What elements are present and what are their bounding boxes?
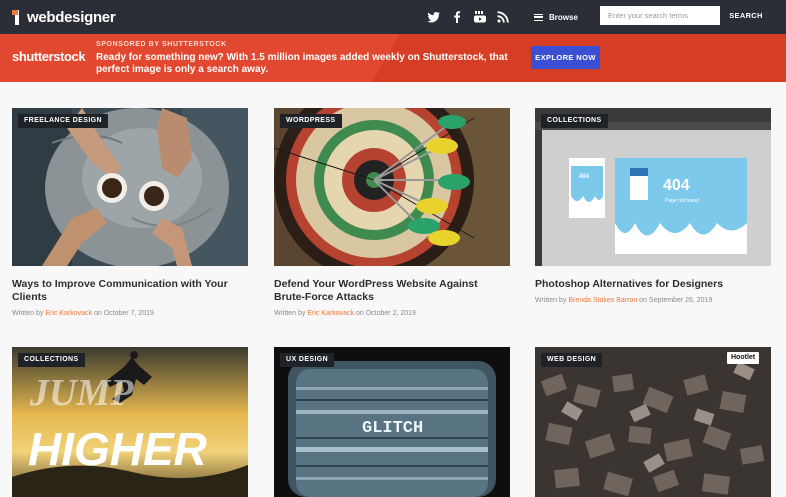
author-link[interactable]: Eric Karkovack: [45, 310, 92, 317]
article-thumbnail[interactable]: WORDPRESS: [274, 108, 510, 266]
rss-icon[interactable]: [495, 9, 511, 25]
article-date: October 2, 2019: [365, 310, 416, 317]
article-thumbnail[interactable]: 404 Page not found 404 COLLECTIONS: [535, 108, 771, 266]
search-input[interactable]: [600, 6, 720, 25]
category-badge[interactable]: COLLECTIONS: [18, 353, 85, 367]
jump-text: JUMP: [29, 372, 134, 414]
twitter-icon[interactable]: [426, 9, 442, 25]
not-found-caption: Page not found: [665, 198, 699, 204]
letterpress-type-image: [535, 347, 771, 497]
explore-now-button[interactable]: EXPLORE NOW: [531, 46, 600, 69]
browse-menu-button[interactable]: Browse: [534, 9, 578, 25]
not-found-number-small: 404: [579, 174, 590, 180]
higher-text: HIGHER: [28, 423, 207, 475]
author-link[interactable]: Eric Karkovack: [307, 310, 354, 317]
article-meta: Written by Eric Karkovack on October 7, …: [12, 310, 154, 317]
category-badge[interactable]: UX DESIGN: [280, 353, 335, 367]
not-found-number: 404: [663, 177, 690, 194]
category-badge[interactable]: COLLECTIONS: [541, 114, 608, 128]
article-thumbnail[interactable]: FREELANCE DESIGN: [12, 108, 248, 266]
article-title[interactable]: Photoshop Alternatives for Designers: [535, 278, 771, 291]
article-thumbnail[interactable]: JUMP HIGHER COLLECTIONS: [12, 347, 248, 497]
category-badge[interactable]: FREELANCE DESIGN: [18, 114, 108, 128]
browse-label: Browse: [549, 12, 578, 22]
article-meta: Written by Eric Karkovack on October 2, …: [274, 310, 416, 317]
sponsor-label: SPONSORED BY SHUTTERSTOCK: [96, 41, 227, 48]
article-meta: Written by Brenda Stokes Barron on Septe…: [535, 297, 713, 304]
article-thumbnail[interactable]: WEB DESIGN Hootlet: [535, 347, 771, 497]
facebook-icon[interactable]: [449, 9, 465, 25]
logo-text: webdesigner: [27, 8, 116, 26]
photoshop-screenshot-image: 404 Page not found 404: [535, 108, 771, 266]
search-button[interactable]: SEARCH: [721, 6, 771, 25]
article-title[interactable]: Defend Your WordPress Website Against Br…: [274, 278, 510, 304]
category-badge[interactable]: WEB DESIGN: [541, 353, 603, 367]
glitch-text: GLITCH: [362, 419, 423, 438]
sponsor-banner: shutterstock SPONSORED BY SHUTTERSTOCK R…: [0, 34, 786, 82]
article-title[interactable]: Ways to Improve Communication with Your …: [12, 278, 248, 304]
jump-higher-image: JUMP HIGHER: [12, 347, 248, 497]
coffee-table-image: [12, 108, 248, 266]
article-date: October 7, 2019: [103, 310, 154, 317]
category-badge[interactable]: WORDPRESS: [280, 114, 342, 128]
hootlet-badge[interactable]: Hootlet: [727, 352, 760, 364]
glitch-tv-image: GLITCH: [274, 347, 510, 497]
youtube-icon[interactable]: [472, 9, 488, 25]
menu-icon: [534, 13, 543, 21]
sponsor-message[interactable]: Ready for something new? With 1.5 millio…: [96, 52, 516, 76]
logo-mark-icon: [12, 8, 26, 26]
dartboard-image: [274, 108, 510, 266]
article-thumbnail[interactable]: GLITCH UX DESIGN: [274, 347, 510, 497]
author-link[interactable]: Brenda Stokes Barron: [568, 297, 637, 304]
site-header: webdesigner Browse SEARCH: [0, 0, 786, 34]
shutterstock-logo[interactable]: shutterstock: [12, 49, 86, 64]
article-date: September 26, 2019: [648, 297, 713, 304]
site-logo[interactable]: webdesigner: [12, 7, 116, 27]
